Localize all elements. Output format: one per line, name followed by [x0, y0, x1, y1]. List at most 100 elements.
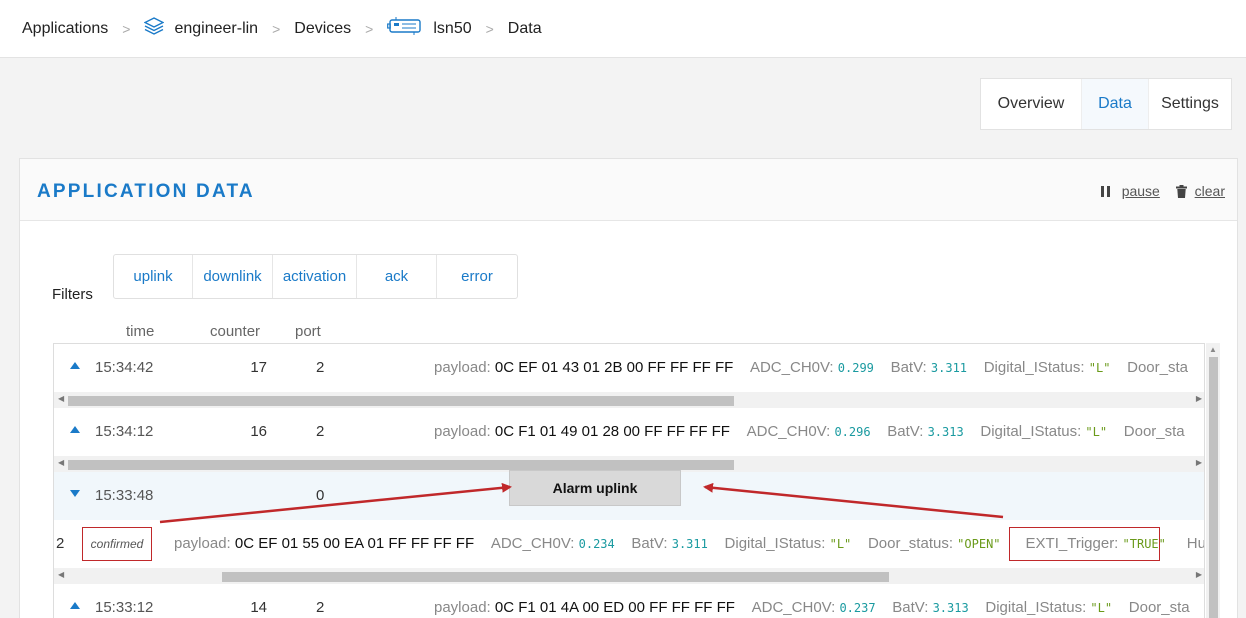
digital-status-label: Digital_IStatus:: [985, 599, 1087, 616]
filters-label: Filters: [52, 286, 93, 303]
column-header-time: time: [126, 323, 155, 340]
scrollbar-thumb[interactable]: [68, 396, 734, 406]
collapse-caret-icon[interactable]: [70, 362, 80, 369]
filter-group: uplink downlink activation ack error: [113, 254, 518, 299]
breadcrumb-current-data: Data: [507, 19, 542, 37]
scroll-up-icon[interactable]: ▲: [1209, 345, 1217, 354]
row-payload: payload: 0C EF 01 43 01 2B 00 FF FF FF F…: [434, 359, 1188, 376]
adc-label: ADC_CH0V:: [490, 535, 575, 552]
batv-value: 3.311: [930, 361, 968, 375]
collapse-caret-icon[interactable]: [70, 426, 80, 433]
adc-value: 0.299: [837, 361, 874, 375]
device-tabs: Overview Data Settings: [980, 78, 1232, 130]
pause-button[interactable]: pause: [1122, 183, 1160, 199]
panel-actions: pause clear: [1100, 183, 1225, 201]
tab-overview[interactable]: Overview: [981, 79, 1082, 129]
scroll-left-icon[interactable]: ◀: [58, 394, 64, 403]
door-status-value: "OPEN": [957, 537, 1001, 551]
row-port: 2: [316, 599, 325, 616]
breadcrumb-separator: >: [485, 20, 494, 37]
vertical-scrollbar[interactable]: ▲: [1206, 343, 1220, 618]
layers-icon: [143, 17, 166, 40]
tab-settings[interactable]: Settings: [1149, 79, 1231, 129]
batv-label: BatV:: [631, 535, 668, 552]
scrollbar-thumb[interactable]: [68, 460, 734, 470]
breadcrumb-separator: >: [122, 20, 131, 37]
breadcrumb-applications[interactable]: Applications: [22, 20, 108, 38]
digital-status-value: "L": [1090, 601, 1113, 615]
door-status-label: Door_sta: [1127, 359, 1188, 376]
table-row[interactable]: 15:34:42 17 2 payload: 0C EF 01 43 01 2B…: [54, 344, 1204, 392]
digital-status-label: Digital_IStatus:: [983, 359, 1085, 376]
adc-value: 0.234: [578, 537, 615, 551]
tab-data[interactable]: Data: [1082, 79, 1149, 129]
payload-label: payload:: [434, 599, 491, 616]
scroll-right-icon[interactable]: ▶: [1196, 570, 1202, 579]
door-status-label: Door_sta: [1123, 423, 1185, 440]
batv-value: 3.313: [927, 425, 964, 439]
door-status-label: Door_status:: [867, 535, 953, 552]
breadcrumb-application-name[interactable]: engineer-lin: [174, 20, 258, 38]
payload-label: payload:: [174, 535, 231, 552]
batv-label: BatV:: [892, 599, 929, 616]
row-time: 15:33:48: [95, 487, 154, 504]
table-row[interactable]: 15:33:12 14 2 payload: 0C F1 01 4A 00 ED…: [54, 584, 1204, 618]
row-counter: 16: [250, 423, 267, 440]
scroll-left-icon[interactable]: ◀: [58, 570, 64, 579]
digital-status-value: "L": [1088, 361, 1111, 375]
horizontal-scrollbar[interactable]: ◀ ▶: [54, 568, 1204, 584]
pause-icon: [1100, 186, 1110, 197]
digital-status-value: "L": [829, 537, 852, 551]
filter-ack[interactable]: ack: [357, 255, 437, 298]
expanded-detail-row: 2 confirmed payload: 0C EF 01 55 00 EA 0…: [54, 520, 1205, 568]
payload-value: 0C F1 01 4A 00 ED 00 FF FF FF FF: [494, 599, 735, 616]
batv-value: 3.313: [932, 601, 969, 615]
exti-trigger-highlight: [1009, 527, 1160, 561]
batv-label: BatV:: [890, 359, 927, 376]
adc-value: 0.296: [834, 425, 871, 439]
filter-downlink[interactable]: downlink: [193, 255, 273, 298]
adc-label: ADC_CH0V:: [746, 423, 831, 440]
panel-title: APPLICATION DATA: [37, 181, 255, 202]
digital-status-label: Digital_IStatus:: [980, 423, 1082, 440]
filter-error[interactable]: error: [437, 255, 517, 298]
breadcrumb: Applications > engineer-lin > Devices > …: [0, 0, 1246, 58]
expand-caret-icon[interactable]: [70, 490, 80, 497]
device-icon: [387, 16, 423, 41]
filter-activation[interactable]: activation: [273, 255, 357, 298]
application-data-panel: APPLICATION DATA pause clear Filters upl…: [19, 158, 1238, 618]
row-counter: 14: [250, 599, 267, 616]
row-time: 15:34:42: [95, 359, 154, 376]
adc-value: 0.237: [839, 601, 876, 615]
breadcrumb-separator: >: [272, 20, 281, 37]
adc-label: ADC_CH0V:: [751, 599, 836, 616]
horizontal-scrollbar[interactable]: ◀ ▶: [54, 392, 1204, 408]
breadcrumb-separator: >: [365, 20, 374, 37]
collapse-caret-icon[interactable]: [70, 602, 80, 609]
digital-status-label: Digital_IStatus:: [724, 535, 826, 552]
breadcrumb-devices[interactable]: Devices: [294, 20, 351, 38]
scroll-right-icon[interactable]: ▶: [1196, 394, 1202, 403]
humidity-label: Hu: [1186, 535, 1205, 552]
payload-label: payload:: [434, 423, 491, 440]
adc-label: ADC_CH0V:: [749, 359, 834, 376]
alarm-uplink-callout: Alarm uplink: [509, 470, 681, 506]
door-status-label: Door_sta: [1128, 599, 1190, 616]
row-port: 2: [316, 359, 325, 376]
breadcrumb-device-name[interactable]: lsn50: [433, 20, 471, 38]
filter-uplink[interactable]: uplink: [114, 255, 193, 298]
scrollbar-thumb[interactable]: [222, 572, 889, 582]
panel-header: APPLICATION DATA pause clear: [20, 159, 1237, 221]
row-counter: 17: [250, 359, 267, 376]
row-payload: payload: 0C F1 01 4A 00 ED 00 FF FF FF F…: [434, 599, 1190, 616]
row-payload: payload: 0C F1 01 49 01 28 00 FF FF FF F…: [434, 423, 1185, 440]
table-row[interactable]: 15:34:12 16 2 payload: 0C F1 01 49 01 28…: [54, 408, 1204, 456]
column-header-counter: counter: [210, 323, 261, 340]
vertical-scrollbar-thumb[interactable]: [1209, 357, 1218, 618]
clear-button[interactable]: clear: [1195, 183, 1225, 199]
row-port: 0: [316, 487, 325, 504]
batv-label: BatV:: [887, 423, 924, 440]
payload-value: 0C EF 01 43 01 2B 00 FF FF FF FF: [494, 359, 734, 376]
scroll-right-icon[interactable]: ▶: [1196, 458, 1202, 467]
scroll-left-icon[interactable]: ◀: [58, 458, 64, 467]
